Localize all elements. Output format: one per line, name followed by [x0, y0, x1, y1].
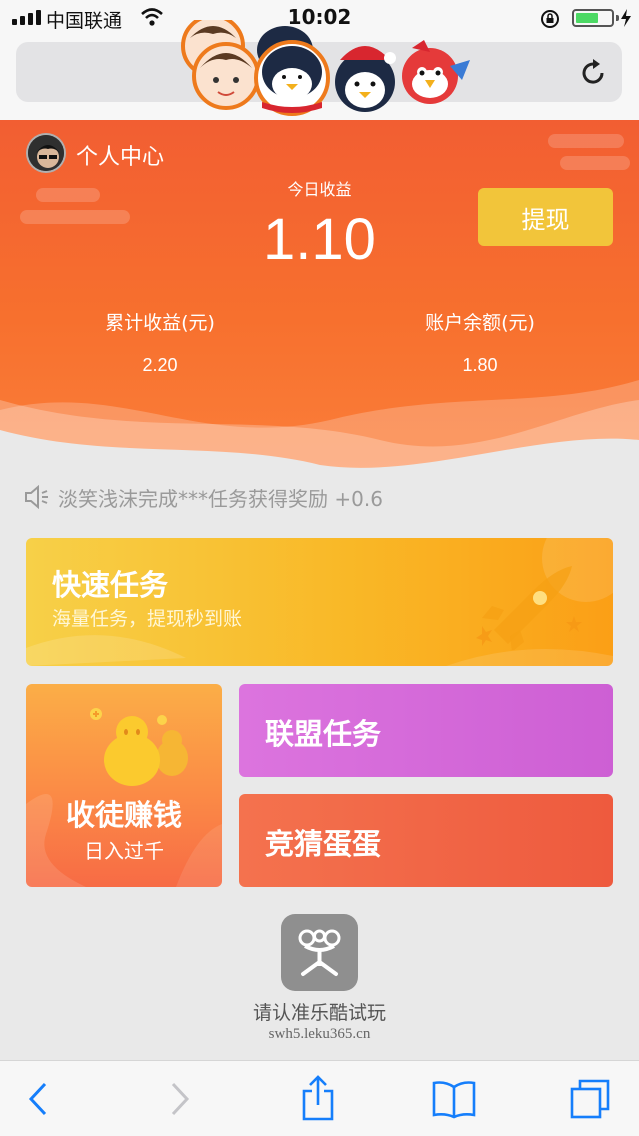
- reload-icon[interactable]: [576, 56, 610, 90]
- wave-decoration: [0, 380, 639, 480]
- quick-task-card[interactable]: 快速任务 海量任务，提现秒到账: [26, 538, 613, 666]
- back-button[interactable]: [6, 1061, 70, 1136]
- chick-icon: [90, 708, 188, 786]
- earnings-header: 个人中心 今日收益 1.10 提现 累计收益(元) 2.20 账户余额(元) 1…: [0, 120, 639, 480]
- recruit-title: 收徒赚钱: [65, 798, 182, 832]
- recruit-subtitle: 日入过千: [84, 839, 164, 863]
- leku-logo-icon: [298, 929, 341, 976]
- rocket-icon: [476, 566, 582, 650]
- guess-egg-card[interactable]: 竞猜蛋蛋: [239, 794, 613, 887]
- bookmarks-icon: [432, 1081, 476, 1119]
- reward-notice: 淡笑浅沫完成***任务获得奖励 +0.6: [24, 482, 383, 512]
- account-balance-value: 1.80: [462, 355, 498, 375]
- recruit-card[interactable]: 收徒赚钱 日入过千: [26, 684, 222, 887]
- guess-egg-title: 竞猜蛋蛋: [265, 827, 382, 861]
- speaker-icon: [25, 485, 48, 509]
- share-icon: [302, 1075, 334, 1121]
- battery-fill: [576, 13, 599, 23]
- quick-task-title: 快速任务: [52, 568, 169, 602]
- bookmarks-button[interactable]: [422, 1061, 486, 1136]
- battery-icon: [572, 9, 619, 27]
- app-name: 请认准乐酷试玩: [252, 1002, 386, 1024]
- forward-icon: [171, 1082, 190, 1116]
- total-earnings-value: 2.20: [142, 355, 178, 375]
- share-button[interactable]: [286, 1061, 350, 1136]
- app-logo[interactable]: [281, 914, 358, 991]
- charging-icon: [621, 9, 631, 27]
- rotation-lock-icon: [541, 10, 559, 28]
- browser-toolbar: [0, 1060, 639, 1136]
- tabs-icon: [570, 1079, 610, 1119]
- alliance-task-title: 联盟任务: [265, 717, 382, 751]
- profile-center-link[interactable]: 个人中心: [76, 139, 164, 171]
- account-balance: 账户余额(元) 1.80: [330, 308, 630, 376]
- total-earnings-label: 累计收益(元): [105, 312, 215, 334]
- back-icon: [28, 1082, 47, 1116]
- total-earnings: 累计收益(元) 2.20: [10, 308, 310, 376]
- mascot-stickers: [181, 20, 470, 116]
- notice-text: 淡笑浅沫完成***任务获得奖励 +0.6: [58, 486, 383, 511]
- forward-button[interactable]: [148, 1061, 212, 1136]
- account-balance-label: 账户余额(元): [425, 312, 535, 334]
- app-domain[interactable]: swh5.leku365.cn: [0, 1026, 639, 1043]
- alliance-task-card[interactable]: 联盟任务: [239, 684, 613, 777]
- avatar[interactable]: [26, 133, 66, 173]
- quick-task-subtitle: 海量任务，提现秒到账: [52, 608, 243, 630]
- tabs-button[interactable]: [558, 1061, 622, 1136]
- withdraw-button[interactable]: 提现: [478, 188, 613, 246]
